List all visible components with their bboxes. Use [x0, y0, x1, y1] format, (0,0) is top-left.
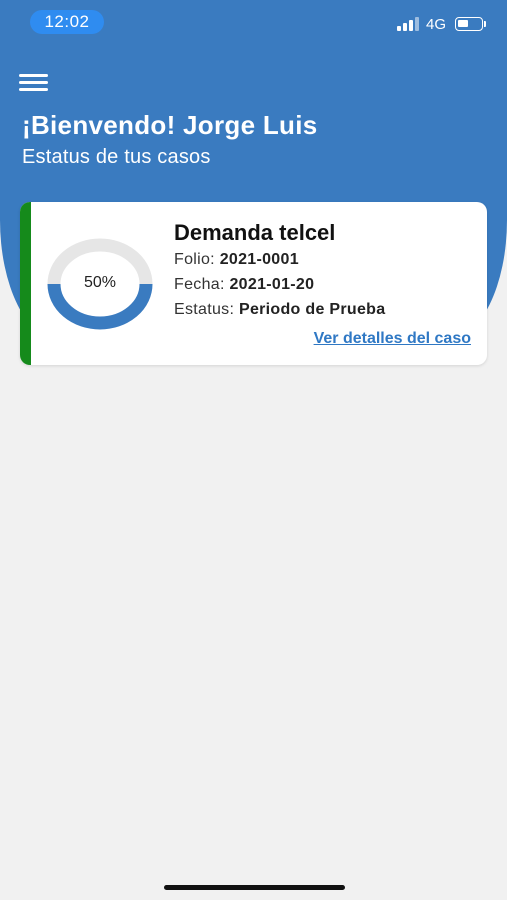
folio-label: Folio:	[174, 251, 215, 268]
welcome-title: ¡Bienvendo! Jorge Luis	[22, 110, 318, 140]
fecha-value: 2021-01-20	[229, 276, 315, 293]
network-type: 4G	[426, 16, 447, 33]
app-screen: 12:02 4G ¡Bienvendo! Jorge Luis Estatus …	[0, 0, 507, 900]
case-title: Demanda telcel	[174, 220, 336, 245]
home-indicator[interactable]	[164, 885, 345, 890]
case-date: Fecha: 2021-01-20	[174, 276, 314, 294]
case-card[interactable]: 50% Demanda telcel Folio: 2021-0001 Fech…	[20, 202, 487, 365]
case-folio: Folio: 2021-0001	[174, 251, 299, 269]
case-status: Estatus: Periodo de Prueba	[174, 301, 385, 319]
case-status-accent	[20, 202, 31, 365]
hamburger-menu-icon[interactable]	[19, 72, 49, 94]
estatus-label: Estatus:	[174, 301, 235, 318]
page-subtitle: Estatus de tus casos	[22, 146, 211, 168]
estatus-value: Periodo de Prueba	[238, 301, 386, 318]
fecha-label: Fecha:	[174, 276, 225, 293]
status-bar: 12:02 4G	[0, 0, 507, 44]
view-case-details-link[interactable]: Ver detalles del caso	[314, 330, 471, 348]
cellular-signal-icon	[397, 17, 419, 31]
folio-value: 2021-0001	[219, 251, 299, 268]
battery-tip	[484, 21, 486, 27]
progress-percentage: 50%	[83, 274, 117, 291]
status-time: 12:02	[30, 10, 104, 34]
battery-icon	[455, 17, 483, 31]
